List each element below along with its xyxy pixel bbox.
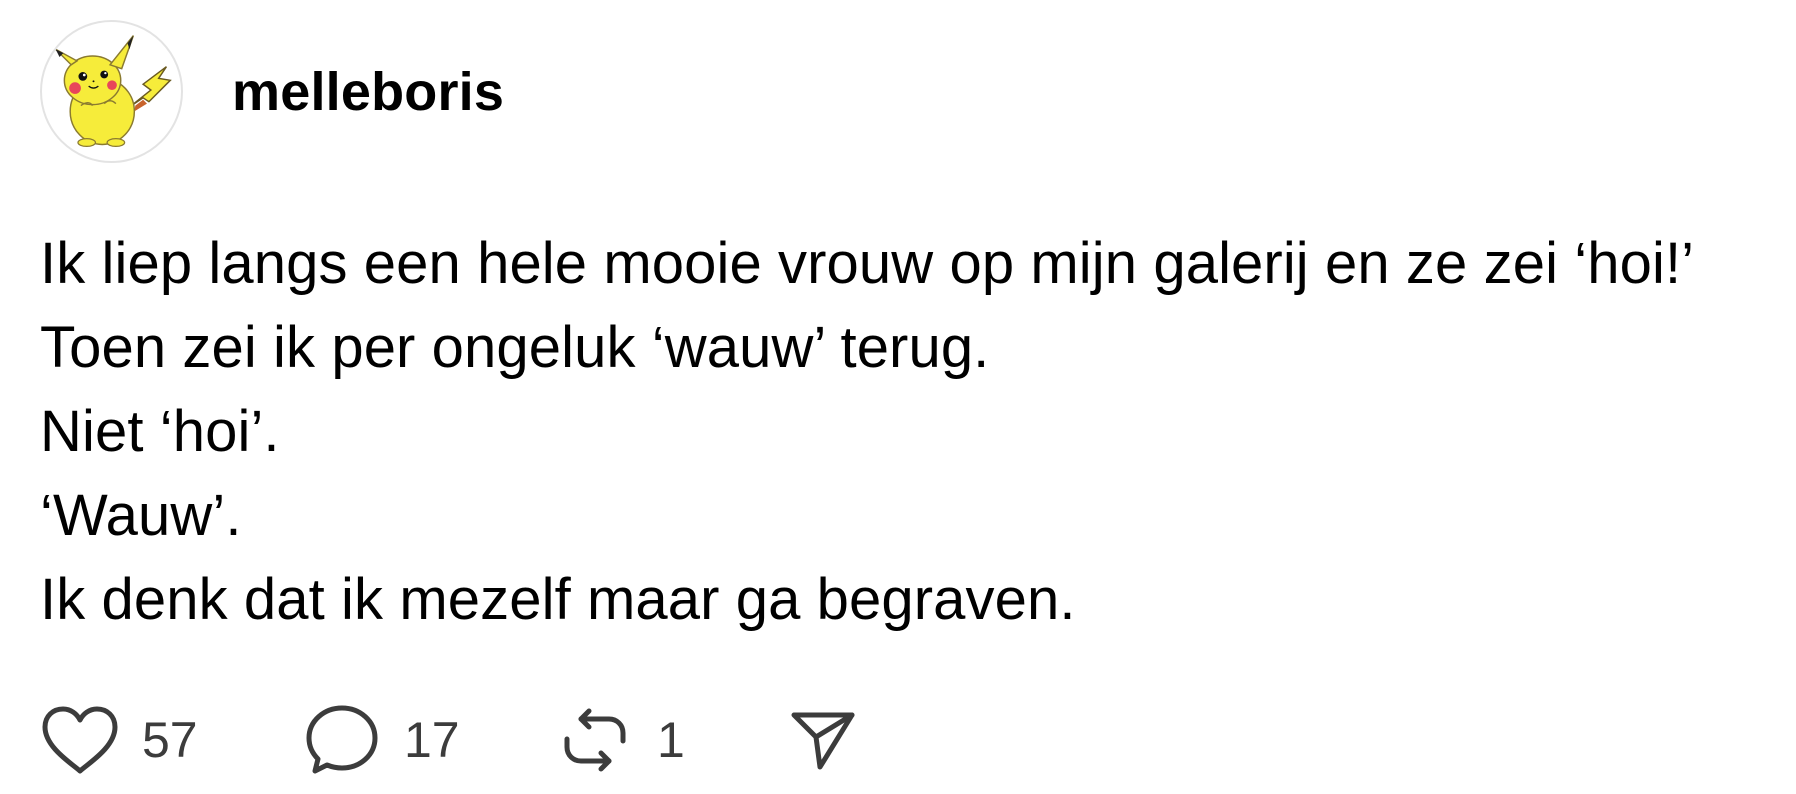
post-text-line: Ik denk dat ik mezelf maar ga begraven. [40, 567, 1076, 632]
send-icon [783, 700, 863, 780]
post-text-line: ‘Wauw’. [40, 483, 242, 548]
repost-count: 1 [657, 712, 685, 768]
repost-button[interactable]: 1 [555, 700, 685, 780]
post-text-line: Ik liep langs een hele mooie vrouw op mi… [40, 231, 1695, 296]
comment-bubble-icon [302, 700, 382, 780]
share-button[interactable] [783, 700, 863, 780]
post-card: melleboris Ik liep langs een hele mooie … [0, 0, 1796, 794]
heart-icon [40, 700, 120, 780]
action-bar: 57 17 1 [40, 700, 1040, 780]
avatar[interactable] [40, 20, 183, 163]
post-text-line: Niet ‘hoi’. [40, 399, 280, 464]
pikachu-avatar-icon [55, 35, 172, 148]
post-body: Ik liep langs een hele mooie vrouw op mi… [40, 222, 1780, 642]
comment-button[interactable]: 17 [302, 700, 460, 780]
like-button[interactable]: 57 [40, 700, 198, 780]
comment-count: 17 [404, 712, 460, 768]
post-text-line: Toen zei ik per ongeluk ‘wauw’ terug. [40, 315, 990, 380]
like-count: 57 [142, 712, 198, 768]
repost-icon [555, 700, 635, 780]
username[interactable]: melleboris [232, 60, 504, 124]
